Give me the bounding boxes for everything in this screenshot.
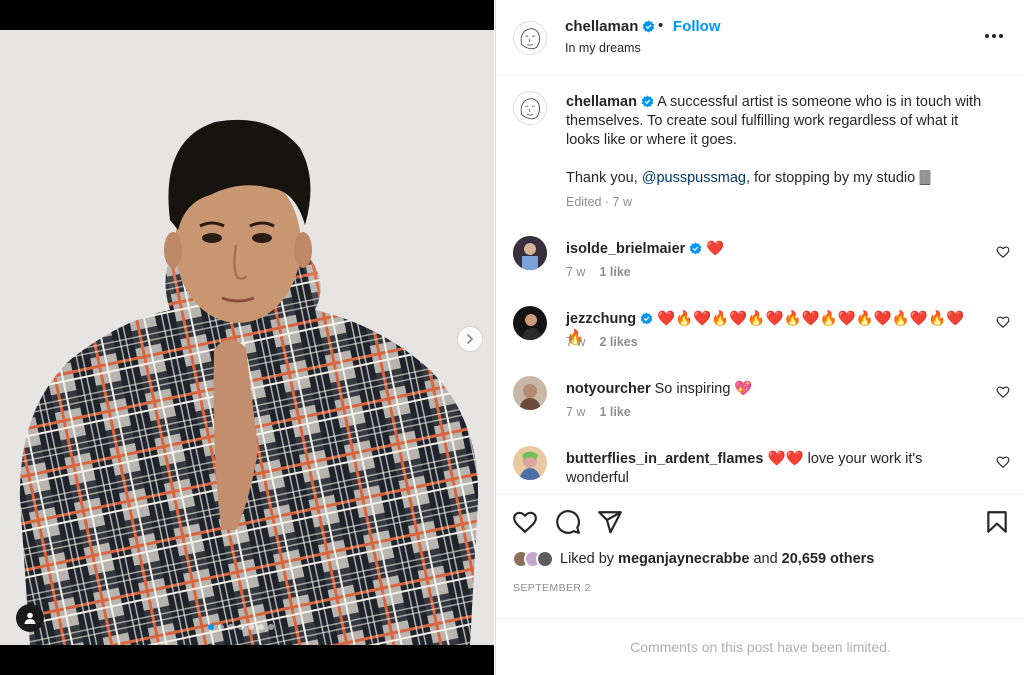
comment-likes[interactable]: 1 like bbox=[599, 265, 630, 279]
comment-username[interactable]: isolde_brielmaier bbox=[566, 241, 685, 257]
photo-avatar-icon bbox=[513, 306, 547, 340]
likes-prefix: Liked by bbox=[560, 551, 619, 567]
comment-item: jezzchung ❤️🔥❤️🔥❤️🔥❤️🔥❤️🔥❤️🔥❤️🔥❤️🔥❤️🔥 7 … bbox=[496, 306, 1024, 366]
comment-meta: 7 w 1 like bbox=[566, 265, 631, 279]
paper-plane-icon[interactable] bbox=[597, 509, 623, 535]
comment-text: notyourcher So inspiring 💖 bbox=[566, 380, 966, 399]
comment-item: isolde_brielmaier ❤️ 7 w 1 like bbox=[496, 236, 1024, 296]
verified-badge-icon bbox=[641, 95, 654, 108]
photo-avatar-icon bbox=[513, 446, 547, 480]
author-username[interactable]: chellaman bbox=[565, 18, 655, 35]
author-avatar[interactable] bbox=[513, 21, 547, 55]
liker-avatar bbox=[536, 550, 554, 568]
post-header: chellaman • Follow In my dreams bbox=[496, 0, 1024, 76]
post-photo[interactable] bbox=[0, 30, 494, 645]
likes-count[interactable]: 20,659 others bbox=[782, 551, 875, 567]
caption-meta: Edited · 7 w bbox=[566, 195, 633, 209]
comment-likes[interactable]: 2 likes bbox=[599, 335, 637, 349]
comment-username[interactable]: butterflies_in_ardent_flames bbox=[566, 451, 763, 467]
carousel-dot bbox=[218, 624, 224, 630]
post-media bbox=[0, 0, 494, 675]
verified-badge-icon bbox=[640, 312, 653, 325]
likes-middle: and bbox=[749, 551, 782, 567]
comment-text: isolde_brielmaier ❤️ bbox=[566, 240, 966, 259]
heart-icon[interactable] bbox=[996, 455, 1010, 469]
verified-badge-icon bbox=[690, 242, 702, 255]
comment-item: notyourcher So inspiring 💖 7 w 1 like bbox=[496, 376, 1024, 436]
instagram-post-modal: chellaman • Follow In my dreams chellama… bbox=[0, 0, 1024, 675]
verified-badge-icon bbox=[643, 20, 655, 33]
comment-meta: 7 w 2 likes bbox=[566, 335, 638, 349]
follow-button[interactable]: Follow bbox=[673, 18, 721, 35]
post-location[interactable]: In my dreams bbox=[565, 41, 641, 55]
tagged-users-button[interactable] bbox=[16, 604, 44, 632]
likes-summary[interactable]: Liked by meganjaynecrabbe and 20,659 oth… bbox=[512, 549, 874, 569]
carousel-dot bbox=[268, 624, 274, 630]
comment-time: 7 w bbox=[566, 265, 586, 279]
caption-username[interactable]: chellaman bbox=[566, 94, 637, 110]
carousel-dot bbox=[228, 624, 234, 630]
comment-body: ❤️ bbox=[706, 241, 725, 257]
comment-body: So inspiring 💖 bbox=[654, 381, 753, 397]
sketch-avatar-icon bbox=[514, 22, 546, 54]
commenter-avatar[interactable] bbox=[513, 306, 547, 340]
post-sidebar: chellaman • Follow In my dreams chellama… bbox=[495, 0, 1024, 675]
liker-username[interactable]: meganjaynecrabbe bbox=[618, 551, 749, 567]
more-horizontal-icon bbox=[985, 34, 989, 38]
carousel-dot bbox=[238, 624, 244, 630]
comment-meta: 7 w 1 like bbox=[566, 405, 631, 419]
bookmark-icon[interactable] bbox=[984, 509, 1010, 535]
comment-likes[interactable]: 1 like bbox=[599, 405, 630, 419]
carousel-dot bbox=[208, 624, 214, 630]
more-horizontal-icon bbox=[992, 34, 996, 38]
comment-time: 7 w bbox=[566, 405, 586, 419]
likes-text: Liked by meganjaynecrabbe and 20,659 oth… bbox=[560, 551, 874, 567]
carousel-dot bbox=[248, 624, 254, 630]
heart-icon[interactable] bbox=[996, 245, 1010, 259]
post-caption: chellaman A successful artist is someone… bbox=[566, 93, 986, 188]
sketch-avatar-icon bbox=[514, 92, 546, 124]
commenter-avatar[interactable] bbox=[513, 446, 547, 480]
liker-avatars bbox=[512, 550, 554, 568]
post-date[interactable]: SEPTEMBER 2 bbox=[513, 582, 591, 594]
portrait-illustration bbox=[0, 30, 494, 645]
caption-avatar[interactable] bbox=[513, 91, 547, 125]
caption-thanks-suffix: , for stopping by my studio 🀫 bbox=[745, 170, 931, 186]
next-slide-button[interactable] bbox=[458, 327, 482, 351]
comment-icon[interactable] bbox=[555, 509, 581, 535]
comment-item: butterflies_in_ardent_flames ❤️❤️ love y… bbox=[496, 446, 1024, 493]
chevron-right-icon bbox=[467, 334, 474, 344]
caption-thanks-prefix: Thank you, bbox=[566, 170, 642, 186]
more-options-button[interactable] bbox=[982, 28, 1006, 44]
comment-time: 7 w bbox=[566, 335, 586, 349]
heart-icon[interactable] bbox=[996, 315, 1010, 329]
header-separator: • bbox=[658, 17, 664, 34]
comments-limited-notice: Comments on this post have been limited. bbox=[496, 618, 1024, 675]
more-horizontal-icon bbox=[999, 34, 1003, 38]
heart-icon[interactable] bbox=[996, 385, 1010, 399]
commenter-avatar[interactable] bbox=[513, 376, 547, 410]
photo-avatar-icon bbox=[513, 236, 547, 270]
commenter-avatar[interactable] bbox=[513, 236, 547, 270]
comment-username[interactable]: jezzchung bbox=[566, 311, 636, 327]
post-actions: Liked by meganjaynecrabbe and 20,659 oth… bbox=[496, 494, 1024, 604]
user-tag-icon bbox=[24, 612, 36, 624]
comment-text: butterflies_in_ardent_flames ❤️❤️ love y… bbox=[566, 450, 966, 488]
photo-avatar-icon bbox=[513, 376, 547, 410]
heart-icon[interactable] bbox=[512, 509, 538, 535]
comment-username[interactable]: notyourcher bbox=[566, 381, 651, 397]
carousel-dot bbox=[258, 624, 264, 630]
comments-section[interactable]: chellaman A successful artist is someone… bbox=[496, 77, 1024, 493]
carousel-indicator bbox=[208, 624, 274, 630]
author-username-text[interactable]: chellaman bbox=[565, 18, 638, 35]
caption-mention-link[interactable]: @pusspussmag bbox=[642, 170, 746, 186]
